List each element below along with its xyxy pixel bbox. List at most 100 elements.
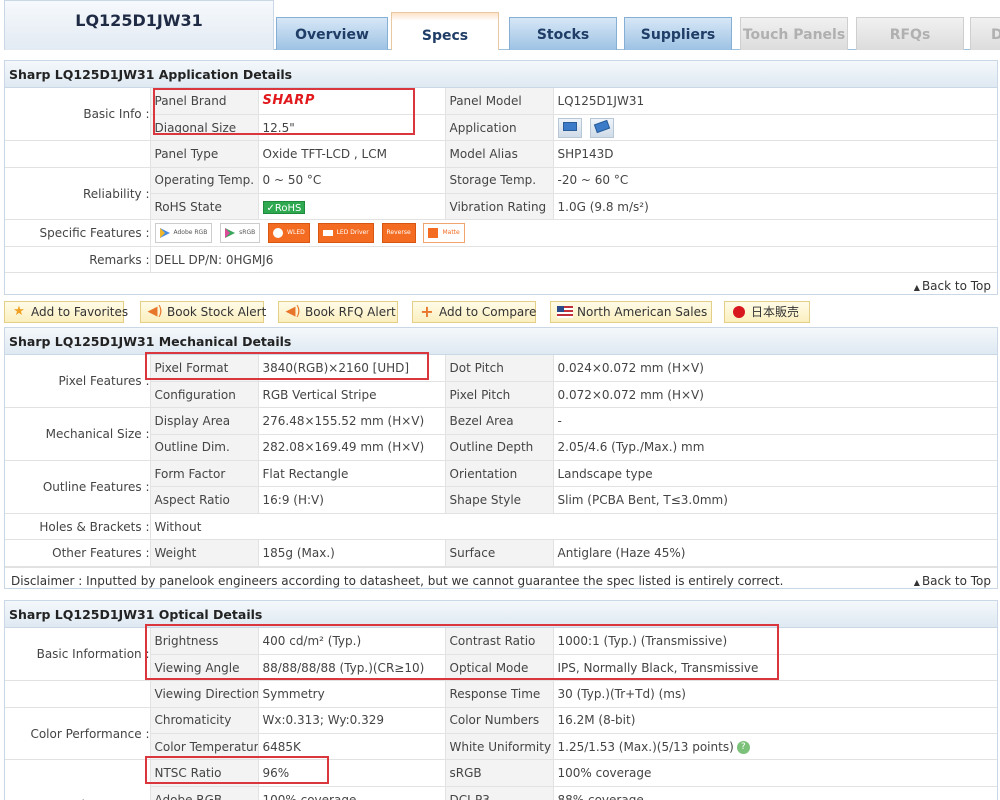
section-title: Sharp LQ125D1JW31 Optical Details: [5, 601, 997, 628]
table-row: Viewing Direction Symmetry Response Time…: [5, 680, 997, 708]
action-bar: ★ Add to Favorites ◀) Book Stock Alert ◀) B…: [4, 299, 998, 325]
back-to-top-link[interactable]: ▲ Back to Top: [914, 273, 991, 301]
spec-value: 276.48×155.52 mm (H×V): [258, 407, 446, 435]
table-row: Other Features : Weight 185g (Max.) Surf…: [5, 539, 997, 567]
disclaimer-text: Disclaimer : Inputted by panelook engine…: [11, 573, 784, 588]
footer-row: ▲ Back to Top: [5, 273, 997, 300]
group-label: 1931 Color Gamut :: [5, 759, 151, 800]
tab-stocks[interactable]: Stocks: [509, 17, 617, 50]
tab-suppliers[interactable]: Suppliers: [624, 17, 732, 50]
tab-specs[interactable]: Specs: [391, 12, 499, 50]
book-rfq-alert-button[interactable]: ◀) Book RFQ Alert: [278, 301, 398, 323]
wled-badge[interactable]: WLED: [268, 223, 310, 244]
spec-value: 100% coverage: [258, 786, 446, 800]
table-row: Outline Dim. 282.08×169.49 mm (H×V) Outl…: [5, 434, 997, 462]
table-row: Viewing Angle 88/88/88/88 (Typ.)(CR≥10) …: [5, 654, 997, 682]
table-row: Adobe RGB 100% coverage DCI-P3 88% cover…: [5, 786, 997, 800]
tab-more[interactable]: Di: [970, 17, 1000, 50]
sharp-logo[interactable]: SHARP: [263, 93, 315, 108]
group-label: Other Features :: [5, 539, 151, 567]
spec-label: Operating Temp.: [150, 167, 259, 195]
us-flag-icon: [557, 306, 573, 318]
group-label: Basic Information :: [5, 628, 151, 682]
spec-value: 2.05/4.6 (Typ./Max.) mm: [553, 434, 997, 462]
spec-label: NTSC Ratio: [150, 759, 259, 787]
spec-value: Symmetry: [258, 680, 446, 708]
group-label: Pixel Features :: [5, 355, 151, 409]
spec-label: Color Numbers: [445, 707, 554, 735]
back-to-top-link[interactable]: ▲ Back to Top: [914, 568, 991, 596]
spec-label: Model Alias: [445, 140, 554, 168]
spec-label: DCI-P3: [445, 786, 554, 800]
help-icon[interactable]: ?: [736, 740, 750, 754]
group-label: Reliability :: [5, 167, 151, 221]
spec-value: 0.072×0.072 mm (H×V): [553, 381, 997, 409]
spec-label: Brightness: [150, 628, 259, 655]
group-label: Color Performance :: [5, 707, 151, 761]
table-row: Pixel Features : Pixel Format 3840(RGB)×…: [5, 355, 997, 409]
tab-touch-panels[interactable]: Touch Panels: [740, 17, 848, 50]
add-to-compare-button[interactable]: + Add to Compare: [412, 301, 536, 323]
north-american-sales-button[interactable]: North American Sales: [550, 301, 712, 323]
book-stock-alert-button[interactable]: ◀) Book Stock Alert: [140, 301, 266, 323]
group-label: Specific Features :: [5, 219, 151, 247]
spec-label: Form Factor: [150, 460, 259, 488]
group-label: Outline Features :: [5, 460, 151, 514]
application-icons: [553, 114, 997, 142]
tablet-icon[interactable]: [589, 117, 614, 138]
add-to-favorites-button[interactable]: ★ Add to Favorites: [4, 301, 128, 323]
section-title: Sharp LQ125D1JW31 Application Details: [5, 61, 997, 88]
spec-label: Outline Depth: [445, 434, 554, 462]
triangle-up-icon: ▲: [913, 577, 920, 587]
spec-value: -20 ~ 60 °C: [553, 167, 997, 195]
spec-value: Oxide TFT-LCD , LCM: [258, 140, 446, 168]
panel-brand-logo[interactable]: SHARP: [258, 88, 446, 115]
tab-rfqs[interactable]: RFQs: [856, 17, 964, 50]
spec-value: 0.024×0.072 mm (H×V): [553, 355, 997, 382]
adobe-rgb-badge[interactable]: Adobe RGB: [154, 223, 213, 244]
spec-value: Without: [150, 513, 997, 541]
spec-label: Shape Style: [445, 486, 554, 514]
spec-label: Color Temperature: [150, 733, 259, 761]
led-driver-badge[interactable]: LED Driver: [317, 223, 374, 244]
spec-label: Outline Dim.: [150, 434, 259, 462]
spec-label: Vibration Rating: [445, 193, 554, 221]
spec-label: Dot Pitch: [445, 355, 554, 382]
table-row: Diagonal Size 12.5" Application: [5, 114, 997, 142]
spec-value: -: [553, 407, 997, 435]
spec-value: DELL DP/N: 0HGMJ6: [150, 246, 997, 274]
spec-label: Diagonal Size: [150, 114, 259, 142]
spec-value: SHP143D: [553, 140, 997, 168]
check-icon: ✓: [266, 202, 275, 214]
spec-value: 6485K: [258, 733, 446, 761]
spec-label: Storage Temp.: [445, 167, 554, 195]
spec-value: 100% coverage: [553, 759, 997, 787]
spec-value: 1.0G (9.8 m/s²): [553, 193, 997, 221]
feature-badges: Adobe RGB sRGB WLED LED Driver Reverse M…: [150, 219, 997, 247]
tab-overview[interactable]: Overview: [276, 17, 388, 50]
spec-value: Landscape type: [553, 460, 997, 488]
spec-value: 88% coverage: [553, 786, 997, 800]
rohs-badge: ✓RoHS: [262, 200, 306, 214]
spec-label: Aspect Ratio: [150, 486, 259, 514]
spec-value: 30 (Typ.)(Tr+Td) (ms): [553, 680, 997, 708]
jp-flag-icon: [731, 305, 747, 319]
spec-value: Wx:0.313; Wy:0.329: [258, 707, 446, 735]
spec-value: 16.2M (8-bit): [553, 707, 997, 735]
mechanical-details-section: Sharp LQ125D1JW31 Mechanical Details Pix…: [4, 327, 998, 589]
table-row: Holes & Brackets : Without: [5, 513, 997, 541]
table-row: Mechanical Size : Display Area 276.48×15…: [5, 407, 997, 462]
optical-details-section: Sharp LQ125D1JW31 Optical Details Basic …: [4, 600, 998, 800]
srgb-badge[interactable]: sRGB: [220, 223, 261, 244]
laptop-icon[interactable]: [557, 117, 582, 138]
spec-label: Surface: [445, 539, 554, 567]
spec-label: Pixel Pitch: [445, 381, 554, 409]
spec-label: Panel Brand: [150, 88, 259, 115]
japan-sales-button[interactable]: 日本販売: [724, 301, 810, 323]
group-label: Remarks :: [5, 246, 151, 274]
spec-value: 185g (Max.): [258, 539, 446, 567]
spec-label: Configuration: [150, 381, 259, 409]
matte-badge[interactable]: Matte: [423, 223, 465, 244]
reverse-badge[interactable]: Reverse: [381, 223, 416, 244]
table-row: Reliability : Operating Temp. 0 ~ 50 °C …: [5, 167, 997, 221]
